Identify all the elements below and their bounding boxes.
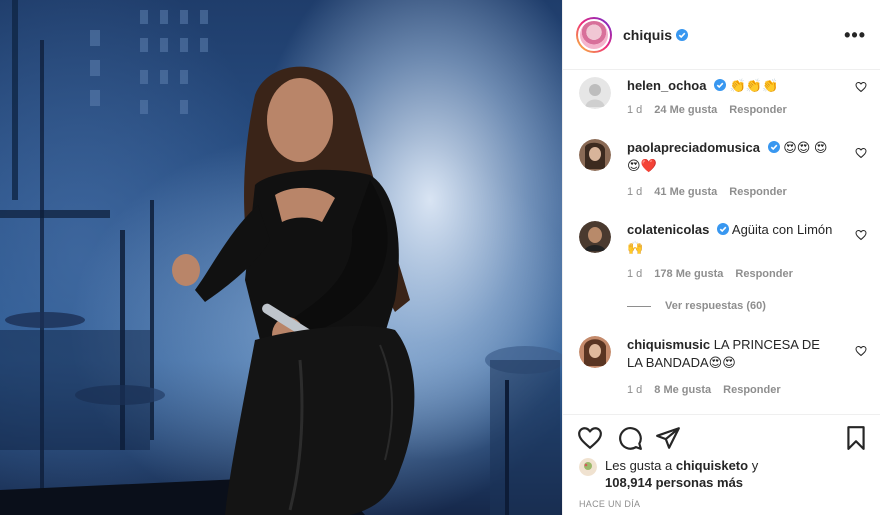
comment-like-heart-icon[interactable] — [855, 147, 867, 159]
reply-button[interactable]: Responder — [729, 104, 786, 116]
more-options-icon[interactable]: ••• — [844, 26, 866, 44]
comment-time[interactable]: 1 d — [627, 104, 642, 116]
author-avatar[interactable] — [576, 16, 612, 53]
comment-meta: 1 d 178 Me gusta Responder — [627, 268, 793, 280]
comment-like-heart-icon[interactable] — [855, 229, 867, 241]
post-header: chiquis ••• — [563, 0, 880, 70]
liker-username[interactable]: chiquisketo — [676, 458, 748, 473]
comment-username[interactable]: paolapreciadomusica — [627, 140, 760, 155]
send-icon[interactable] — [655, 425, 681, 451]
comment-time[interactable]: 1 d — [627, 268, 642, 280]
comment-like-heart-icon[interactable] — [855, 81, 867, 93]
post-actions: Les gusta a chiquisketo y 108,914 person… — [563, 414, 880, 515]
post-side-panel: chiquis ••• helen_ochoa 👏👏👏 1 d 24 Me gu… — [562, 0, 880, 515]
reply-button[interactable]: Responder — [735, 268, 792, 280]
comment-username[interactable]: helen_ochoa — [627, 78, 706, 93]
comment-username[interactable]: colatenicolas — [627, 222, 709, 237]
bookmark-icon[interactable] — [843, 425, 869, 451]
comment-likes[interactable]: 41 Me gusta — [654, 186, 717, 198]
commenter-avatar[interactable] — [579, 221, 611, 253]
comment-likes[interactable]: 178 Me gusta — [654, 268, 723, 280]
reply-button[interactable]: Responder — [729, 186, 786, 198]
comment-like-heart-icon[interactable] — [855, 345, 867, 357]
commenter-avatar[interactable] — [579, 77, 611, 109]
comment-likes[interactable]: 24 Me gusta — [654, 104, 717, 116]
commenter-avatar[interactable] — [579, 139, 611, 171]
post-timestamp[interactable]: HACE UN DÍA — [579, 499, 640, 509]
likes-count-link[interactable]: 108,914 personas más — [605, 475, 743, 490]
author-username[interactable]: chiquis — [623, 27, 689, 43]
comment-likes[interactable]: 8 Me gusta — [654, 384, 711, 396]
concert-photo-illustration — [0, 0, 562, 515]
comment-time[interactable]: 1 d — [627, 384, 642, 396]
post-photo[interactable] — [0, 0, 562, 515]
verified-badge-icon — [676, 28, 689, 41]
comments-list: helen_ochoa 👏👏👏 1 d 24 Me gusta Responde… — [563, 71, 880, 414]
comment-username[interactable]: chiquismusic — [627, 337, 710, 352]
comment-time[interactable]: 1 d — [627, 186, 642, 198]
verified-badge-icon — [714, 79, 727, 91]
verified-badge-icon — [767, 141, 780, 153]
comment-meta: 1 d 41 Me gusta Responder — [627, 186, 787, 198]
liker-avatar[interactable] — [579, 458, 597, 476]
commenter-avatar[interactable] — [579, 336, 611, 368]
reply-button[interactable]: Responder — [723, 384, 780, 396]
comment-meta: 1 d 24 Me gusta Responder — [627, 104, 787, 116]
heart-icon[interactable] — [577, 425, 603, 451]
verified-badge-icon — [717, 223, 729, 235]
comment-icon[interactable] — [617, 425, 643, 451]
view-replies-button[interactable]: Ver respuestas (60) — [627, 300, 766, 312]
comment-text: 👏👏👏 — [729, 78, 779, 93]
likes-summary: Les gusta a chiquisketo y 108,914 person… — [579, 457, 869, 491]
comment-meta: 1 d 8 Me gusta Responder — [627, 384, 781, 396]
